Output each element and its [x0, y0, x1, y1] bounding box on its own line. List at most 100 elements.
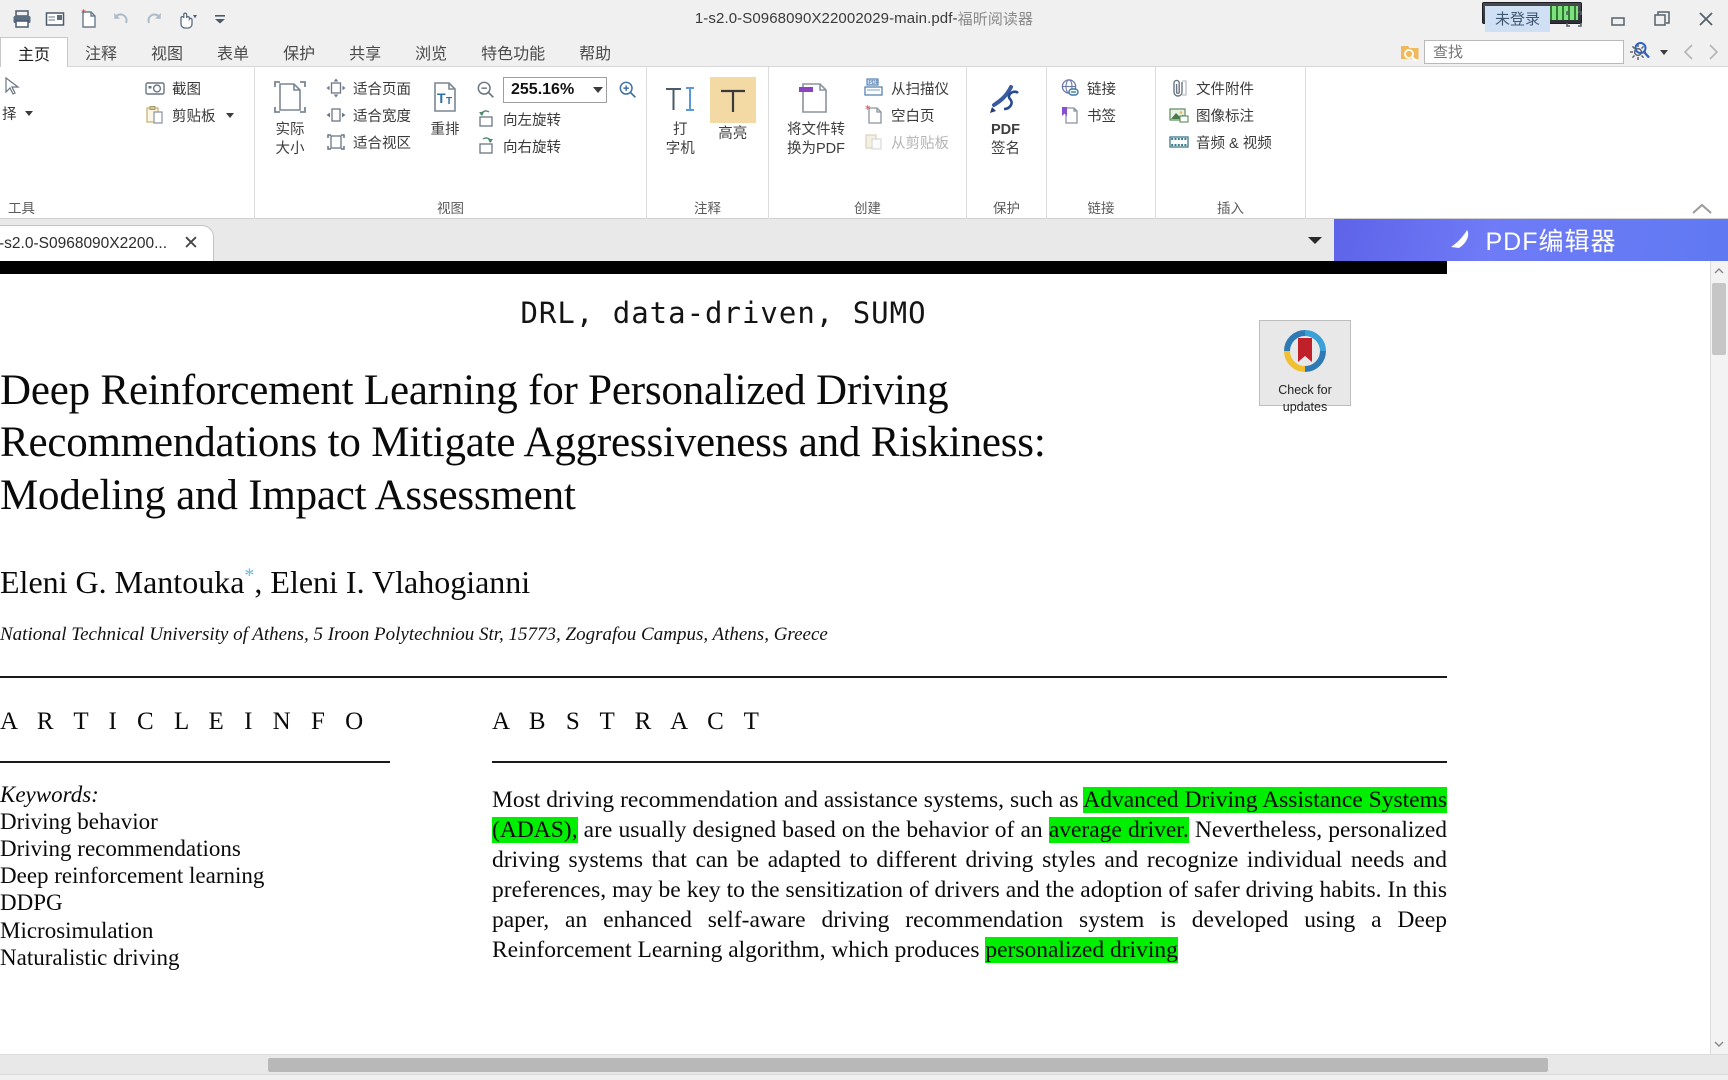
folder-search-icon[interactable]: [1398, 40, 1422, 64]
blank-page-icon: *: [863, 104, 885, 126]
menu-tab-features[interactable]: 特色功能: [464, 37, 562, 66]
clipboard-button[interactable]: 剪贴板: [142, 102, 240, 128]
fit-visible-button[interactable]: 适合视区: [323, 129, 417, 155]
zoom-in-icon[interactable]: [617, 79, 639, 101]
paper-title: Deep Reinforcement Learning for Personal…: [0, 365, 1447, 522]
from-scanner-button[interactable]: PDF 从扫描仪: [861, 75, 955, 101]
check-for-updates-badge[interactable]: Check for updates: [1259, 320, 1351, 414]
article-info-divider: [0, 761, 390, 763]
convert-to-pdf-button[interactable]: 将文件转 换为PDF: [779, 73, 853, 157]
audio-video-button[interactable]: 音频 & 视频: [1166, 129, 1278, 155]
select-arrow-icon: [2, 75, 24, 97]
settings-caret-icon[interactable]: [1652, 40, 1676, 64]
rotate-left-button[interactable]: 向左旋转: [473, 106, 645, 132]
fit-page-button[interactable]: 适合页面: [323, 75, 417, 101]
menu-tab-browse[interactable]: 浏览: [398, 37, 464, 66]
minimize-button[interactable]: [1596, 0, 1640, 37]
redo-icon[interactable]: [140, 5, 168, 33]
audio-video-label: 音频 & 视频: [1196, 135, 1272, 152]
document-tab-strip: -s2.0-S0968090X2200... ✕ PDF编辑器: [0, 203, 1728, 261]
print-icon[interactable]: [8, 5, 36, 33]
zoom-chevron-down-icon[interactable]: [593, 87, 603, 93]
scroll-down-icon[interactable]: [1712, 1036, 1726, 1052]
highlight-annotation[interactable]: personalized driving: [985, 937, 1178, 964]
close-icon[interactable]: ✕: [183, 234, 199, 253]
menu-tab-bar: 主页 注释 视图 表单 保护 共享 浏览 特色功能 帮助: [0, 37, 1728, 67]
keyword-item: Deep reinforcement learning: [0, 863, 265, 889]
pdf-editor-button[interactable]: PDF编辑器: [1334, 219, 1728, 261]
blank-page-button[interactable]: * 空白页: [861, 102, 955, 128]
highlight-button[interactable]: 高亮: [708, 73, 759, 142]
horizontal-scrollbar[interactable]: [0, 1054, 1728, 1074]
select-tool-label[interactable]: 择: [2, 101, 39, 126]
fit-width-button[interactable]: 适合宽度: [323, 102, 417, 128]
tab-list-chevron-down-icon[interactable]: [1306, 233, 1324, 251]
actual-size-icon: [269, 77, 311, 119]
svg-text:PDF: PDF: [869, 80, 879, 86]
rotate-right-button[interactable]: 向右旋转: [473, 133, 645, 159]
fit-visible-icon: [325, 131, 347, 153]
nav-next-icon[interactable]: [1702, 39, 1724, 65]
select-tool-button[interactable]: [2, 73, 30, 99]
window-title-file: 1-s2.0-S0968090X22002029-main.pdf: [694, 10, 953, 27]
link-button[interactable]: 链接: [1057, 75, 1122, 101]
abstract-part: are usually designed based on the behavi…: [577, 817, 1049, 844]
chevron-down-icon: [24, 111, 33, 116]
paper-title-line-1: Deep Reinforcement Learning for Personal…: [0, 367, 949, 414]
fit-page-icon: [325, 77, 347, 99]
new-file-icon[interactable]: *: [74, 5, 102, 33]
menu-tab-form[interactable]: 表单: [200, 37, 266, 66]
login-status-button[interactable]: 未登录: [1484, 5, 1550, 32]
undo-icon[interactable]: [107, 5, 135, 33]
ribbon-filler: [1305, 67, 1728, 219]
menu-tab-protect[interactable]: 保护: [266, 37, 332, 66]
zoom-out-button[interactable]: 255.16%: [473, 75, 645, 105]
bookmark-button[interactable]: 书签: [1057, 102, 1122, 128]
highlight-annotation[interactable]: average driver.: [1048, 817, 1189, 844]
corresponding-author-marker[interactable]: *: [244, 565, 254, 587]
clipboard-icon: [144, 104, 166, 126]
vertical-scroll-thumb[interactable]: [1712, 283, 1726, 355]
hand-tool-icon[interactable]: [173, 5, 201, 33]
menu-tab-view[interactable]: 视图: [134, 37, 200, 66]
signature-pen-icon: [984, 77, 1028, 119]
zoom-level-field[interactable]: 255.16%: [503, 77, 607, 103]
scroll-up-icon[interactable]: [1712, 263, 1726, 279]
menu-tab-comment[interactable]: 注释: [68, 37, 134, 66]
find-box[interactable]: [1424, 40, 1650, 64]
pdf-sign-button[interactable]: PDF 签名: [975, 73, 1036, 157]
from-clipboard-button[interactable]: 从剪贴板: [861, 129, 955, 155]
status-bar: 1 / 18 255.16% −: [0, 1074, 1728, 1080]
menu-tab-home[interactable]: 主页: [0, 37, 69, 67]
find-input[interactable]: [1433, 43, 1632, 61]
close-button[interactable]: [1684, 0, 1728, 37]
ribbon: 择 工具 截图 剪贴板 实际 大小 适合页面 适合宽度 适合视区 T T 重排 …: [0, 67, 1728, 219]
nav-prev-icon[interactable]: [1678, 39, 1700, 65]
document-view[interactable]: DRL, data-driven, SUMO Check for updates…: [0, 261, 1728, 1054]
email-icon[interactable]: [41, 5, 69, 33]
image-annotation-icon: [1168, 104, 1190, 126]
ribbon-group-comment: 打 字机 高亮 注释: [646, 67, 768, 219]
restore-button[interactable]: [1640, 0, 1684, 37]
window-title-sep: -: [952, 10, 958, 27]
file-attachment-button[interactable]: 文件附件: [1166, 75, 1278, 101]
document-tab[interactable]: -s2.0-S0968090X2200... ✕: [0, 225, 214, 261]
menu-tab-help[interactable]: 帮助: [562, 37, 628, 66]
reflow-button[interactable]: TT 重排: [425, 73, 465, 138]
screenshot-button[interactable]: 截图: [142, 75, 240, 101]
rotate-left-label: 向左旋转: [503, 112, 561, 129]
typewriter-button[interactable]: 打 字机: [655, 73, 706, 157]
scanner-icon: PDF: [863, 77, 885, 99]
paperclip-icon: [1168, 77, 1190, 99]
vertical-scrollbar[interactable]: [1710, 261, 1728, 1054]
svg-text:*: *: [81, 8, 86, 19]
menu-tab-share[interactable]: 共享: [332, 37, 398, 66]
horizontal-scroll-thumb[interactable]: [268, 1058, 1548, 1072]
gear-icon[interactable]: [1626, 40, 1650, 64]
svg-text:T: T: [446, 96, 452, 107]
fullscreen-icon[interactable]: [1552, 0, 1596, 37]
qat-more-icon[interactable]: [206, 5, 234, 33]
author-rest: , Eleni I. Vlahogianni: [254, 564, 531, 601]
actual-size-button[interactable]: 实际 大小: [269, 73, 311, 157]
image-annotation-button[interactable]: 图像标注: [1166, 102, 1278, 128]
